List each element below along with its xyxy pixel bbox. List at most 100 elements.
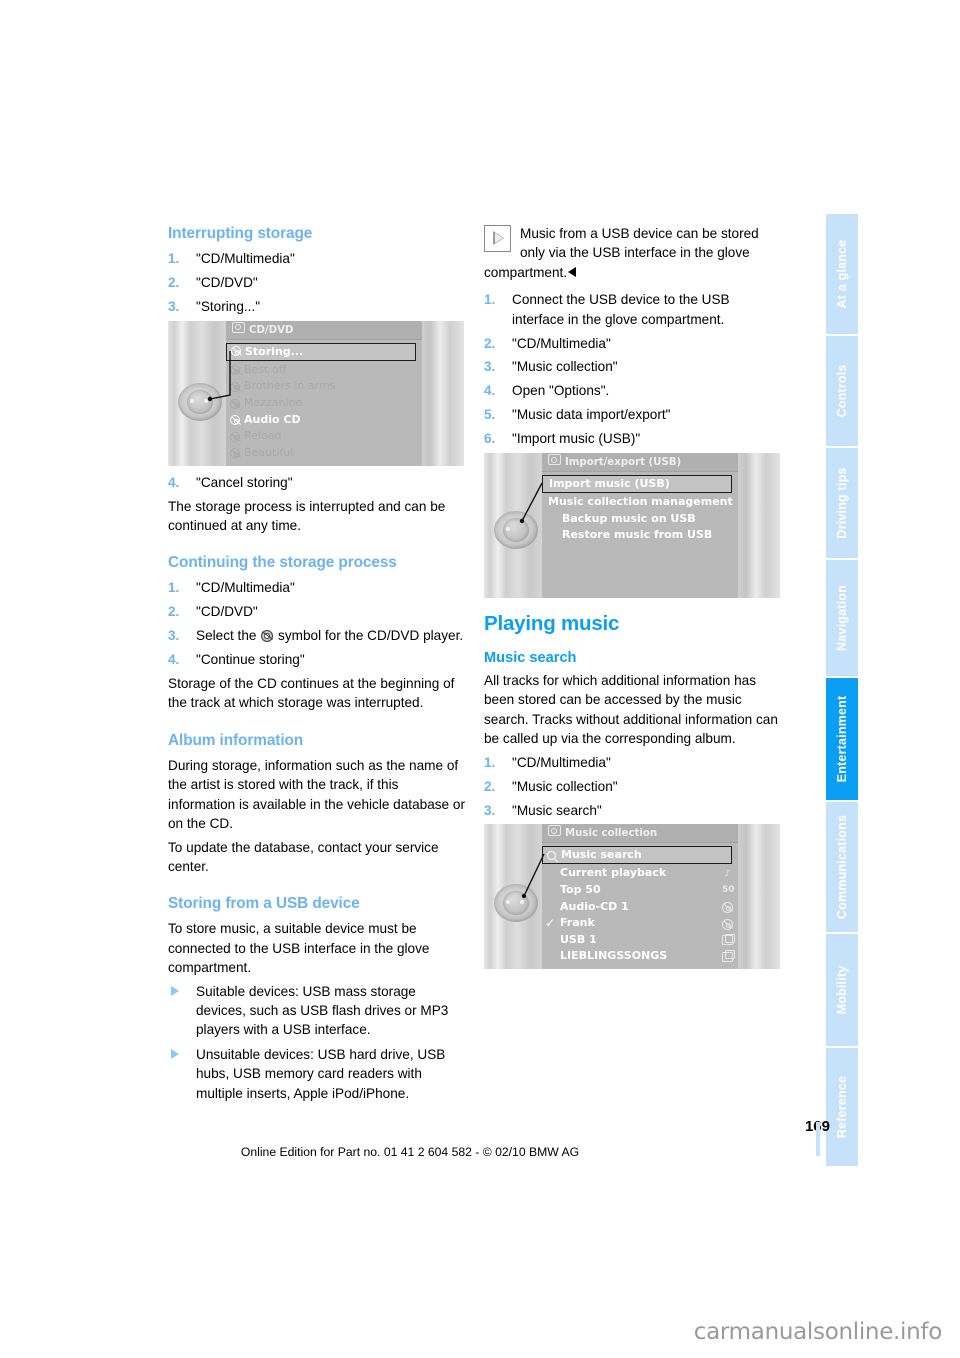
- menu-row-label: Music search: [561, 848, 642, 862]
- step-item: 1. Connect the USB device to the USB int…: [484, 290, 784, 329]
- steps-import-music-usb: 1. Connect the USB device to the USB int…: [484, 290, 784, 448]
- menu-row-label: Audio-CD 1: [560, 899, 629, 913]
- menu-row[interactable]: Top 50 50: [542, 882, 738, 899]
- list-item-text: Suitable devices: USB mass storage devic…: [196, 983, 449, 1038]
- triangle-bullet-icon: [171, 1048, 179, 1059]
- footer-accent-bar: [816, 1122, 820, 1156]
- note-text: Music from a USB device can be stored on…: [484, 226, 759, 280]
- screen-titlebar: Music collection: [542, 824, 738, 844]
- step-number: 2.: [484, 778, 496, 794]
- menu-row[interactable]: ✓ Frank: [542, 915, 738, 932]
- heading-music-search: Music search: [484, 650, 577, 667]
- idrive-controller-knob: [178, 382, 222, 421]
- menu-row-selected[interactable]: Import music (USB): [542, 475, 732, 494]
- idrive-screenshot-music-collection: Music collection Music search Current pl…: [484, 824, 780, 970]
- menu-row-label: Import music (USB): [549, 477, 670, 491]
- step-number: 3.: [484, 359, 496, 375]
- step-number: 4.: [168, 474, 180, 490]
- menu-row-label: Music collection management: [548, 495, 733, 509]
- folder-icon: [722, 950, 735, 963]
- step-text-pre: Select the: [196, 628, 257, 644]
- step-number: 1.: [168, 251, 180, 266]
- menu-row-label: Beautiful: [244, 445, 294, 459]
- knob-dot-right: [204, 398, 208, 403]
- step-text: Connect the USB device to the USB interf…: [512, 292, 730, 327]
- menu-row-label: Current playback: [560, 866, 667, 880]
- idrive-screenshot-cd-dvd: CD/DVD Storing... Best off Brothers in a…: [168, 320, 464, 466]
- menu-row[interactable]: Brothers in arms: [226, 378, 422, 395]
- step-number: 3.: [168, 298, 180, 314]
- disc-icon: [230, 448, 240, 459]
- menu-row[interactable]: Restore music from USB: [542, 527, 738, 544]
- idrive-controller-knob: [494, 884, 538, 923]
- disc-icon: [231, 346, 241, 357]
- note-icon: ♪: [724, 868, 731, 879]
- disc-icon: [230, 431, 240, 442]
- site-watermark: carmanualsonline.info: [693, 1319, 943, 1345]
- paragraph-music-search: All tracks for which additional informat…: [484, 673, 778, 747]
- step-text: "Storing...": [196, 298, 261, 314]
- edition-line: Online Edition for Part no. 01 41 2 604 …: [240, 1145, 580, 1159]
- menu-row-selected[interactable]: Music search: [542, 846, 732, 865]
- sidebar-tab-controls[interactable]: Controls: [826, 336, 858, 446]
- menu-row-label: Mezzanine: [244, 395, 303, 409]
- menu-row[interactable]: Mezzanine: [226, 395, 422, 412]
- folder-icon: [722, 933, 735, 946]
- left-column: Interrupting storage 1. "CD/Multimedia" …: [168, 224, 468, 1108]
- menu-row[interactable]: Reload: [226, 428, 422, 445]
- sidebar-tab-driving-tips[interactable]: Driving tips: [826, 448, 858, 558]
- menu-row[interactable]: Music collection management: [542, 494, 738, 511]
- heading-storing-from-usb: Storing from a USB device: [168, 895, 360, 913]
- menu-row[interactable]: LIEBLINGSSONGS: [542, 948, 738, 965]
- screen-title: CD/DVD: [249, 324, 294, 336]
- disc-icon: [722, 901, 733, 913]
- sidebar-tab-entertainment[interactable]: Entertainment: [826, 678, 858, 800]
- count-badge: 50: [722, 885, 735, 896]
- step-text: "CD/DVD": [196, 274, 258, 290]
- paragraph-storing-usb: To store music, a suitable device must b…: [168, 921, 430, 976]
- steps-continuing-storage: 1. "CD/Multimedia" 2. "CD/DVD" 3. Select…: [168, 578, 468, 669]
- sidebar-tab-label: Mobility: [835, 965, 849, 1015]
- menu-row[interactable]: Audio CD: [226, 412, 422, 429]
- idrive-controller-knob: [494, 511, 538, 550]
- paragraph-update-database: To update the database, contact your ser…: [168, 839, 439, 874]
- disc-icon: [230, 398, 240, 409]
- menu-row[interactable]: USB 1: [542, 932, 738, 949]
- menu-row-label: Frank: [560, 916, 595, 930]
- end-of-note-marker: [568, 266, 577, 277]
- menu-row-label: Storing...: [245, 344, 304, 358]
- disc-icon: [230, 381, 240, 392]
- list-usb-devices: Suitable devices: USB mass storage devic…: [168, 982, 468, 1103]
- menu-row-label: Backup music on USB: [562, 511, 696, 525]
- sidebar-tab-mobility[interactable]: Mobility: [826, 934, 858, 1046]
- menu-row[interactable]: Audio-CD 1: [542, 899, 738, 916]
- step-item: 4. "Cancel storing": [168, 473, 468, 492]
- menu-row-label: Reload: [244, 429, 282, 443]
- menu-row[interactable]: Current playback ♪: [542, 865, 738, 882]
- step-text: "Continue storing": [196, 652, 305, 668]
- steps-cancel-storing: 4. "Cancel storing": [168, 473, 468, 492]
- step-number: 3.: [484, 802, 496, 818]
- screen-menu-list: Music search Current playback ♪ Top 50 5…: [542, 846, 738, 965]
- menu-row[interactable]: Best off: [226, 362, 422, 379]
- sidebar-tab-communications[interactable]: Communications: [826, 802, 858, 932]
- menu-row[interactable]: Beautiful: [226, 445, 422, 462]
- step-item: 4. "Continue storing": [168, 650, 468, 669]
- sidebar-tab-label: Driving tips: [835, 467, 849, 539]
- paragraph-storage-interrupted: The storage process is interrupted and c…: [168, 498, 446, 534]
- step-item: 1. "CD/Multimedia": [168, 249, 468, 268]
- list-item: Unsuitable devices: USB hard drive, USB …: [168, 1045, 468, 1103]
- step-text: Open "Options".: [512, 383, 610, 399]
- step-item: 2. "CD/DVD": [168, 602, 468, 621]
- step-text: "Cancel storing": [196, 474, 293, 490]
- sidebar-tab-navigation[interactable]: Navigation: [826, 560, 858, 676]
- menu-row-selected[interactable]: Storing...: [226, 342, 416, 361]
- sidebar-tab-at-a-glance[interactable]: At a glance: [826, 214, 858, 334]
- step-text: "CD/DVD": [196, 604, 258, 620]
- step-number: 4.: [484, 383, 496, 399]
- step-item: 2. "CD/Multimedia": [484, 334, 784, 353]
- sidebar-tab-label: At a glance: [835, 239, 849, 309]
- menu-row[interactable]: Backup music on USB: [542, 511, 738, 528]
- menu-row-label: Best off: [244, 362, 287, 376]
- sidebar-tab-reference[interactable]: Reference: [826, 1048, 858, 1166]
